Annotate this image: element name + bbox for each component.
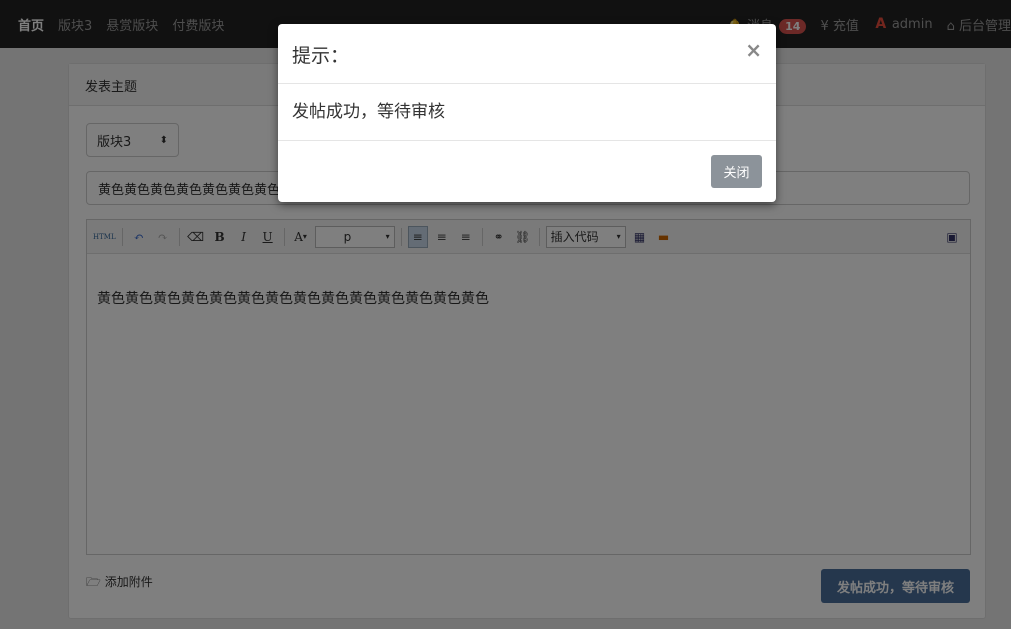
modal-message: 发帖成功，等待审核 [278, 84, 776, 141]
modal-footer: 关闭 [278, 141, 776, 201]
modal-header: 提示： × [278, 24, 776, 84]
close-button[interactable]: 关闭 [711, 155, 762, 188]
alert-modal: 提示： × 发帖成功，等待审核 关闭 [278, 24, 776, 202]
close-icon[interactable]: × [745, 38, 762, 62]
modal-title: 提示： [292, 45, 350, 67]
